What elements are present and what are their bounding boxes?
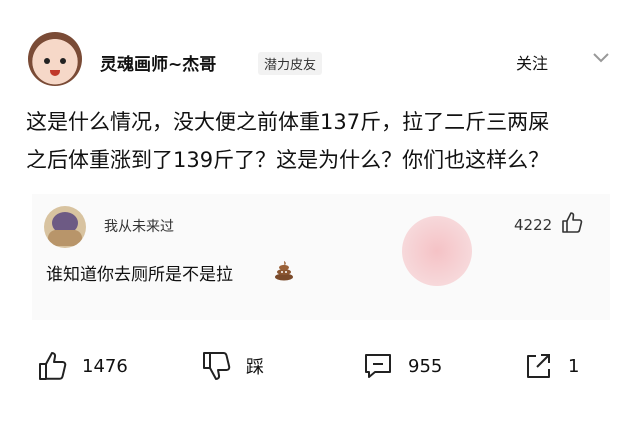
comment-avatar[interactable]: [44, 206, 86, 248]
dislike-button[interactable]: 踩: [200, 350, 264, 382]
like-count: 1476: [82, 355, 128, 377]
post-text: 这是什么情况，没大便之前体重137斤，拉了二斤三两屎 之后体重涨到了139斤了？…: [26, 103, 616, 179]
comment-text: 谁知道你去厕所是不是拉: [46, 265, 233, 285]
post-header: 灵魂画师~杰哥 潜力皮友 关注: [0, 0, 640, 90]
thumbs-up-icon[interactable]: [560, 211, 584, 235]
share-count: 1: [568, 355, 580, 377]
share-button[interactable]: 1: [522, 350, 579, 382]
watermark-logo: [402, 216, 472, 286]
thumbs-up-icon: [39, 352, 67, 380]
action-bar: 1476 踩 955 1: [0, 342, 640, 392]
comment-count: 955: [408, 355, 443, 377]
post-text-line: 这是什么情况，没大便之前体重137斤，拉了二斤三两屎: [26, 110, 550, 134]
chevron-down-icon[interactable]: [592, 52, 610, 64]
like-button[interactable]: 1476: [36, 350, 128, 382]
user-badge: 潜力皮友: [258, 52, 323, 75]
comment-icon: [365, 354, 391, 378]
share-icon: [527, 354, 550, 378]
follow-button[interactable]: 关注: [516, 50, 548, 74]
comment-like-count: 4222: [514, 216, 553, 234]
poop-emoji-icon: [275, 261, 293, 281]
dislike-label: 踩: [246, 357, 264, 378]
thumbs-down-icon: [203, 352, 231, 380]
username[interactable]: 灵魂画师~杰哥: [100, 50, 216, 75]
avatar[interactable]: [28, 32, 82, 86]
comment-button[interactable]: 955: [362, 350, 442, 382]
top-comment[interactable]: 我从未来过 4222 谁知道你去厕所是不是拉: [32, 194, 610, 320]
post-text-line: 之后体重涨到了139斤了？这是为什么？你们也这样么？: [26, 148, 550, 172]
comment-author[interactable]: 我从未来过: [104, 216, 174, 236]
